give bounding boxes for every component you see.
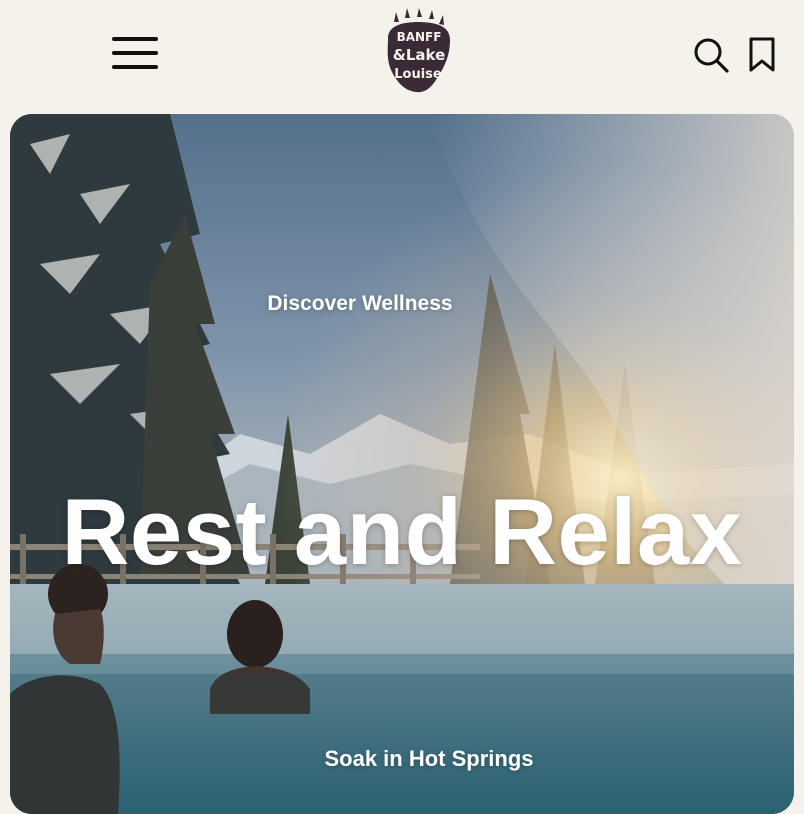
logo-text-lake: &Lake [393, 46, 446, 64]
hero-eyebrow: Discover Wellness [267, 292, 453, 315]
search-icon[interactable] [692, 36, 730, 74]
hot-springs-image [10, 114, 794, 814]
menu-line [112, 51, 158, 55]
logo-text-banff: BANFF [397, 30, 442, 44]
hero-subheading[interactable]: Soak in Hot Springs [37, 746, 794, 772]
banff-lake-louise-logo[interactable]: BANFF &Lake Louise [380, 8, 456, 94]
hero-headline: Rest and Relax [61, 479, 743, 584]
bookmark-icon[interactable] [744, 36, 780, 74]
menu-line [112, 37, 158, 41]
hero-banner[interactable]: Discover Wellness Rest and Relax Soak in… [10, 114, 794, 814]
logo-text-louise: Louise [394, 67, 442, 82]
site-header: BANFF &Lake Louise [0, 0, 804, 112]
menu-line [112, 65, 158, 69]
menu-button[interactable] [108, 33, 162, 73]
